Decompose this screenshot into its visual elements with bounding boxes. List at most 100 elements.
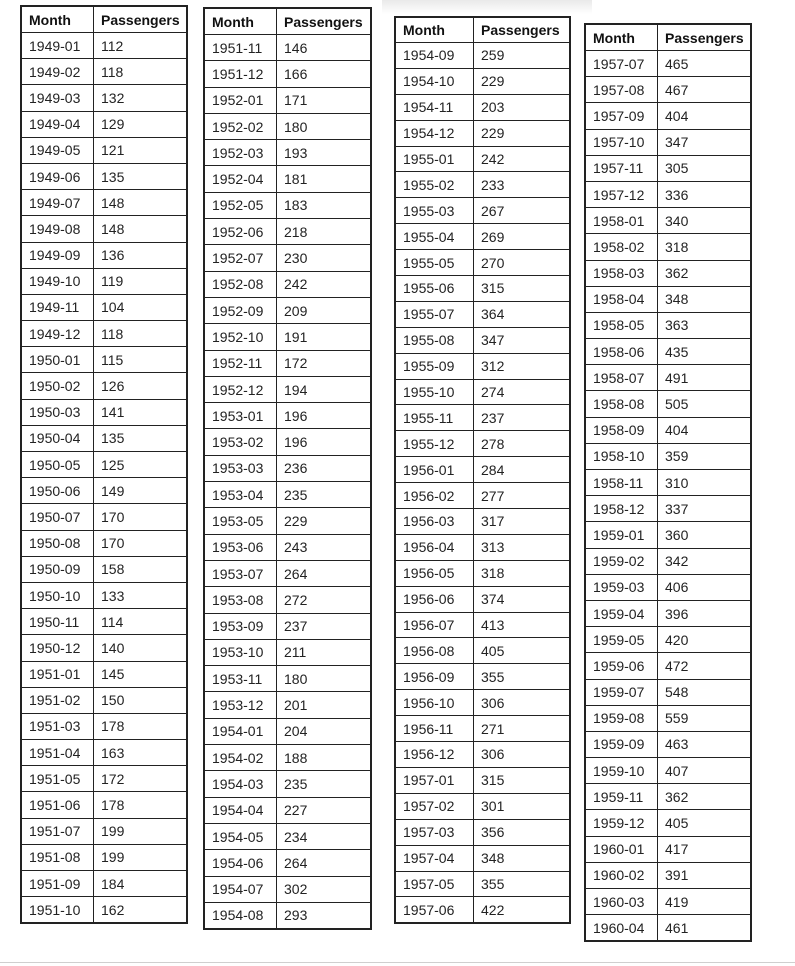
- passengers-cell: 234: [276, 822, 372, 851]
- month-cell: 1953-03: [203, 454, 277, 483]
- passengers-cell: 199: [93, 843, 188, 872]
- passengers-cell: 413: [473, 611, 571, 639]
- month-cell: 1956-09: [394, 663, 474, 691]
- passengers-cell: 178: [93, 791, 188, 819]
- table-row: 1956-02 277: [394, 482, 571, 510]
- table-row: 1954-01 204: [203, 717, 372, 746]
- table-row: 1955-07 364: [394, 300, 571, 328]
- table-row: 1953-11 180: [203, 665, 372, 693]
- table-row: 1957-11 305: [584, 154, 752, 182]
- table-row: 1959-01 360: [584, 521, 752, 549]
- table-row: 1957-09 404: [584, 102, 752, 130]
- passengers-cell: 472: [657, 652, 752, 680]
- table-row: 1955-10 274: [394, 378, 571, 406]
- table-row: 1952-01 171: [203, 86, 372, 114]
- passengers-cell: 237: [276, 612, 372, 640]
- month-cell: 1959-08: [584, 704, 658, 732]
- passengers-cell: 360: [657, 521, 752, 549]
- month-cell: 1958-09: [584, 416, 658, 444]
- month-cell: 1958-06: [584, 338, 658, 366]
- table-row: 1950-10 133: [20, 581, 188, 610]
- table-row: 1959-02 342: [584, 547, 752, 575]
- passengers-cell: 229: [276, 507, 372, 535]
- table-row: 1958-07 491: [584, 364, 752, 392]
- passengers-cell: 193: [276, 139, 372, 167]
- passengers-cell: 422: [473, 896, 571, 924]
- month-cell: 1954-09: [394, 42, 474, 69]
- table-row: 1957-01 315: [394, 766, 571, 794]
- month-cell: 1953-08: [203, 586, 277, 614]
- month-cell: 1952-08: [203, 270, 277, 298]
- month-cell: 1958-07: [584, 364, 658, 392]
- passengers-cell: 114: [93, 608, 188, 636]
- month-header: Month: [20, 5, 94, 33]
- passengers-cell: 337: [657, 495, 752, 523]
- month-cell: 1957-03: [394, 818, 474, 846]
- month-cell: 1952-05: [203, 191, 277, 220]
- passengers-cell: 435: [657, 338, 752, 366]
- table-row: 1959-03 406: [584, 573, 752, 601]
- month-cell: 1954-04: [203, 796, 277, 824]
- month-cell: 1958-04: [584, 285, 658, 313]
- passengers-cell: 149: [93, 477, 188, 505]
- table-row: 1950-12 140: [20, 634, 188, 662]
- passengers-cell: 355: [473, 663, 571, 691]
- table-row: 1956-03 317: [394, 508, 571, 535]
- month-cell: 1958-12: [584, 495, 658, 523]
- month-cell: 1957-04: [394, 844, 474, 872]
- month-cell: 1950-06: [20, 477, 94, 505]
- passengers-cell: 115: [93, 346, 188, 374]
- table-row: 1950-01 115: [20, 346, 188, 374]
- passengers-cell: 293: [276, 901, 372, 930]
- month-cell: 1959-07: [584, 678, 658, 706]
- passengers-cell: 141: [93, 398, 188, 426]
- month-cell: 1959-06: [584, 652, 658, 680]
- table-row: 1960-04 461: [584, 914, 752, 942]
- month-cell: 1954-07: [203, 875, 277, 903]
- passengers-cell: 270: [473, 249, 571, 277]
- month-cell: 1960-02: [584, 861, 658, 890]
- month-cell: 1955-10: [394, 378, 474, 406]
- passengers-cell: 355: [473, 870, 571, 898]
- table-row: 1959-11 362: [584, 783, 752, 811]
- table-row: 1956-01 284: [394, 456, 571, 484]
- table-row: 1956-06 374: [394, 585, 571, 613]
- month-cell: 1952-07: [203, 244, 277, 272]
- month-cell: 1949-03: [20, 84, 94, 112]
- passengers-cell: 271: [473, 715, 571, 743]
- passengers-cell: 140: [93, 634, 188, 662]
- table-row: 1952-11 172: [203, 349, 372, 377]
- month-cell: 1959-02: [584, 547, 658, 575]
- month-cell: 1953-06: [203, 533, 277, 561]
- passengers-cell: 191: [276, 323, 372, 351]
- month-cell: 1957-10: [584, 128, 658, 156]
- month-cell: 1958-01: [584, 207, 658, 235]
- passengers-cell: 170: [93, 503, 188, 531]
- month-cell: 1959-01: [584, 521, 658, 549]
- table-row: 1950-04 135: [20, 424, 188, 453]
- month-cell: 1952-10: [203, 323, 277, 351]
- passengers-cell: 302: [276, 875, 372, 903]
- table-row: 1954-03 235: [203, 770, 372, 798]
- passengers-cell: 374: [473, 585, 571, 613]
- month-cell: 1952-12: [203, 375, 277, 404]
- passengers-cell: 559: [657, 704, 752, 732]
- month-cell: 1951-04: [20, 739, 94, 767]
- month-cell: 1951-03: [20, 712, 94, 741]
- passengers-cell: 126: [93, 372, 188, 400]
- table-row: 1958-11 310: [584, 468, 752, 497]
- table-row: 1951-04 163: [20, 739, 188, 767]
- passengers-cell: 119: [93, 267, 188, 295]
- table-row: 1949-04 129: [20, 110, 188, 138]
- month-cell: 1951-11: [203, 33, 277, 62]
- passengers-cell: 264: [276, 849, 372, 877]
- month-cell: 1951-06: [20, 791, 94, 819]
- passengers-table-4: Month Passengers 1957-07 465 1957-08 467 195…: [584, 23, 752, 943]
- month-cell: 1954-10: [394, 67, 474, 95]
- table-row: 1953-07 264: [203, 559, 372, 588]
- passengers-cell: 136: [93, 241, 188, 269]
- passengers-cell: 230: [276, 244, 372, 272]
- passengers-cell: 236: [276, 454, 372, 483]
- passengers-cell: 196: [276, 428, 372, 456]
- table-row: 1951-05 172: [20, 765, 188, 793]
